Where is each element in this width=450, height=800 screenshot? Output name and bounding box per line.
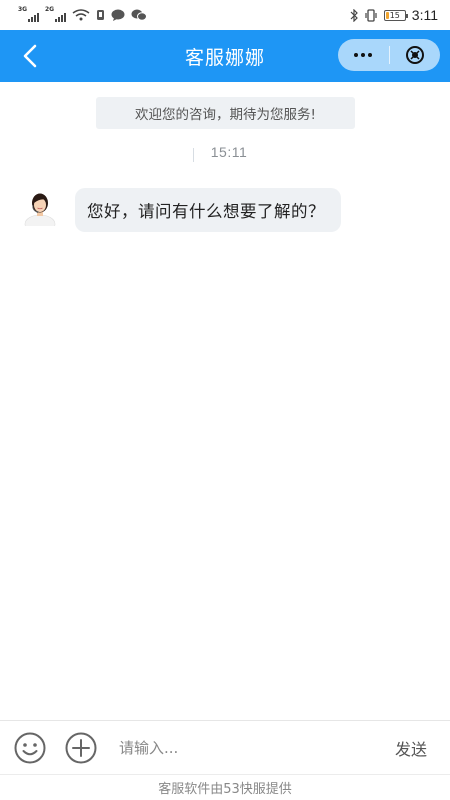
agent-avatar-image <box>22 188 58 226</box>
chat-bubble-icon <box>111 9 125 21</box>
powered-by-footer: 客服软件由53快服提供 <box>0 774 450 800</box>
battery-level: 15 <box>389 10 400 20</box>
wifi-icon <box>72 9 90 21</box>
more-dots-icon <box>354 53 373 57</box>
divider-tick <box>193 148 194 162</box>
input-bar: 发送 <box>0 720 450 774</box>
status-left: 3G 2G <box>18 6 147 22</box>
close-button[interactable] <box>389 39 440 71</box>
network-type-label-2: 2G <box>45 6 55 13</box>
welcome-notice: 欢迎您的咨询，期待为您服务! <box>96 97 355 129</box>
chat-area[interactable]: 欢迎您的咨询，期待为您服务! 15:11 您好，请问有什么想要了解的？ <box>0 82 450 720</box>
bluetooth-icon <box>350 8 358 22</box>
page-title: 客服娜娜 <box>184 46 265 69</box>
chevron-left-icon <box>23 44 37 68</box>
send-button[interactable]: 发送 <box>382 736 440 760</box>
back-button[interactable] <box>14 40 46 72</box>
battery-icon: 15 <box>383 9 408 21</box>
agent-avatar[interactable] <box>22 188 58 226</box>
add-icon[interactable] <box>65 732 97 764</box>
status-bar: 3G 2G 15 3:11 <box>0 0 450 30</box>
status-time: 3:11 <box>411 7 438 23</box>
message-timestamp: 15:11 <box>210 144 248 160</box>
time-divider: 15:11 <box>0 144 450 162</box>
mini-program-capsule <box>338 39 440 71</box>
notification-icon <box>97 10 104 20</box>
wechat-icon <box>131 9 147 21</box>
message-input[interactable] <box>119 731 382 764</box>
more-button[interactable] <box>338 39 389 71</box>
network-type-label: 3G <box>18 6 28 13</box>
close-circle-icon <box>405 46 424 64</box>
status-right: 15 3:11 <box>350 7 438 23</box>
signal-icon-2: 2G <box>45 6 66 22</box>
message-bubble[interactable]: 您好，请问有什么想要了解的？ <box>75 188 341 232</box>
message-row: 您好，请问有什么想要了解的？ <box>22 188 341 232</box>
vibrate-icon <box>365 8 377 22</box>
signal-icon: 3G <box>18 6 39 22</box>
header-bar: 客服娜娜 <box>0 30 450 82</box>
emoji-icon[interactable] <box>14 732 46 764</box>
